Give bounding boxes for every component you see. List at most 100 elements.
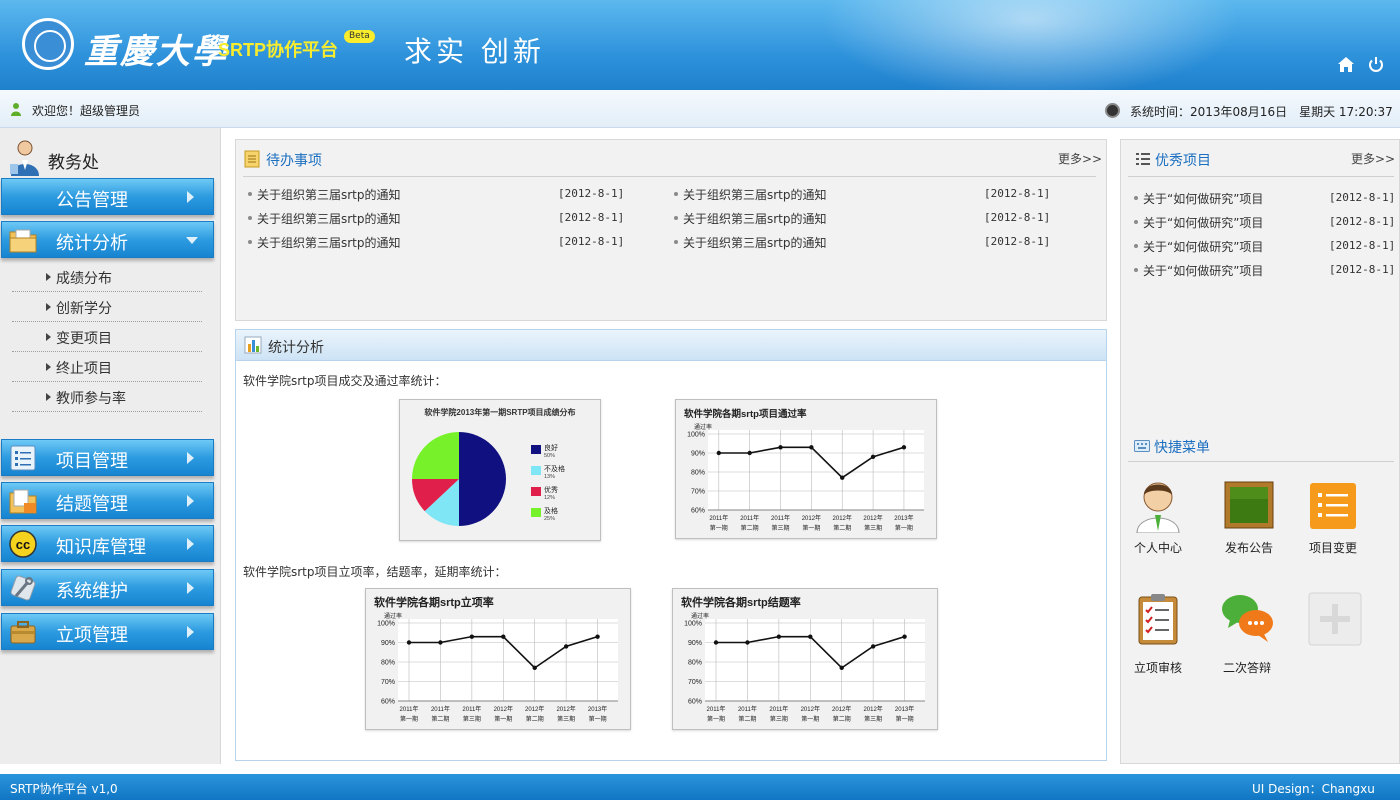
power-icon[interactable]	[1366, 56, 1386, 74]
x-tick-label: 第二期	[431, 715, 449, 723]
tick-label: 90%	[381, 640, 395, 647]
x-tick-label: 2011年	[707, 705, 726, 713]
footer-credit: UI Design：Changxu	[1252, 782, 1375, 796]
x-tick-label: 第一期	[494, 715, 512, 723]
todo-item-link[interactable]: 关于组织第三届srtp的通知	[683, 186, 827, 203]
app-root: 重慶大學 SRTP协作平台 Beta 求实 创新 欢迎您！超级管理员 系统时间：…	[0, 0, 1400, 800]
user-center-icon[interactable]	[1131, 479, 1185, 533]
todo-item-date: [2012-8-1]	[984, 211, 1051, 224]
plot-area	[398, 619, 618, 701]
bullet-icon	[674, 240, 678, 244]
submenu-teacher-participation[interactable]: 教师参与率	[12, 382, 202, 412]
list-change-icon[interactable]	[1306, 479, 1360, 533]
data-point	[870, 644, 876, 649]
chevron-right-icon	[187, 191, 194, 203]
menu-label: 项目管理	[56, 451, 128, 472]
legend-swatch	[531, 466, 541, 475]
header-shine	[820, 0, 1240, 90]
chart-title: 软件学院各期srtp结题率	[681, 595, 801, 609]
bullet-icon	[674, 192, 678, 196]
chevron-down-icon	[186, 237, 198, 244]
excellent-item-link[interactable]: 关于“如何做研究”项目	[1143, 214, 1263, 231]
submenu-change-project[interactable]: 变更项目	[12, 322, 202, 352]
excellent-item-link[interactable]: 关于“如何做研究”项目	[1143, 190, 1263, 207]
submenu-terminate-project[interactable]: 终止项目	[12, 352, 202, 382]
blackboard-icon[interactable]	[1222, 479, 1276, 533]
pie-slice	[459, 432, 506, 526]
menu-label: 系统维护	[56, 581, 128, 602]
user-icon	[11, 103, 21, 116]
add-icon[interactable]	[1308, 592, 1362, 646]
x-tick-label: 2012年	[525, 705, 544, 713]
excellent-item-date: [2012-8-1]	[1329, 239, 1396, 252]
todo-item-link[interactable]: 关于组织第三届srtp的通知	[257, 210, 401, 227]
todo-more-link[interactable]: 更多>>	[1058, 150, 1102, 167]
todo-item-link[interactable]: 关于组织第三届srtp的通知	[683, 210, 827, 227]
x-tick-label: 2011年	[771, 514, 790, 522]
plot-area	[708, 430, 924, 510]
bullet-icon	[1134, 268, 1138, 272]
quick-label: 项目变更	[1308, 541, 1357, 555]
legend-percent: 13%	[544, 474, 555, 480]
university-seal-icon	[22, 18, 74, 70]
menu-label: 公告管理	[56, 190, 128, 211]
folder-icon	[9, 229, 37, 253]
pie-slice	[412, 432, 459, 479]
todo-item-date: [2012-8-1]	[558, 211, 625, 224]
menu-closure-management[interactable]: 结题管理	[1, 482, 214, 519]
todo-item-date: [2012-8-1]	[558, 235, 625, 248]
x-tick-label: 第三期	[772, 524, 790, 532]
tick-label: 90%	[691, 451, 705, 458]
x-tick-label: 2012年	[832, 705, 851, 713]
excellent-item-link[interactable]: 关于“如何做研究”项目	[1143, 262, 1263, 279]
submenu-innovation-credit[interactable]: 创新学分	[12, 292, 202, 322]
stats-caption-2: 软件学院srtp项目立项率，结题率，延期率统计：	[243, 565, 507, 579]
x-tick-label: 第三期	[770, 715, 788, 723]
x-tick-label: 第一期	[801, 715, 819, 723]
keyboard-icon	[1134, 440, 1150, 452]
x-tick-label: 2011年	[738, 705, 757, 713]
excellent-title: 优秀项目	[1155, 153, 1211, 169]
data-point	[745, 640, 750, 645]
stats-title: 统计分析	[268, 340, 324, 356]
triangle-right-icon	[46, 273, 51, 281]
chart-title: 软件学院2013年第一期SRTP项目成绩分布	[424, 407, 575, 417]
todo-item-link[interactable]: 关于组织第三届srtp的通知	[257, 186, 401, 203]
university-name: 重慶大學	[84, 32, 228, 72]
chat-bubbles-icon[interactable]	[1220, 592, 1274, 646]
footer-version: SRTP协作平台 v1,0	[10, 782, 118, 796]
data-point	[532, 665, 537, 671]
data-point	[747, 450, 752, 456]
tick-label: 70%	[691, 489, 705, 496]
menu-project-approval[interactable]: 立项管理	[1, 613, 214, 650]
clipboard-icon[interactable]	[1131, 592, 1185, 646]
data-point	[778, 445, 783, 450]
x-tick-label: 2012年	[802, 514, 821, 522]
excellent-item-date: [2012-8-1]	[1329, 215, 1396, 228]
divider	[1128, 461, 1394, 462]
menu-project-management[interactable]: 项目管理	[1, 439, 214, 476]
submenu-label: 变更项目	[56, 331, 112, 347]
x-tick-label: 2011年	[431, 705, 450, 713]
menu-system-maintenance[interactable]: 系统维护	[1, 569, 214, 606]
tick-label: 60%	[691, 508, 705, 515]
todo-item-link[interactable]: 关于组织第三届srtp的通知	[257, 234, 401, 251]
legend-label: 及格	[544, 506, 558, 515]
x-tick-label: 2011年	[709, 514, 728, 522]
menu-knowledge-base[interactable]: cc 知识库管理	[1, 525, 214, 562]
line-chart-svg: 软件学院各期srtp项目通过率通过率100% 90% 80% 70% 60% 2011年第…	[684, 408, 924, 532]
home-icon[interactable]	[1336, 56, 1356, 74]
x-tick-label: 2013年	[895, 705, 914, 713]
x-tick-label: 2012年	[833, 514, 852, 522]
menu-statistics[interactable]: 统计分析	[1, 221, 214, 258]
briefcase-icon	[10, 621, 36, 644]
legend-swatch	[531, 487, 541, 496]
menu-announcement[interactable]: 公告管理	[1, 178, 214, 215]
data-point	[901, 445, 907, 450]
submenu-grade-distribution[interactable]: 成绩分布	[12, 262, 202, 292]
x-tick-label: 第一期	[802, 524, 820, 532]
excellent-item-link[interactable]: 关于“如何做研究”项目	[1143, 238, 1263, 255]
todo-item-link[interactable]: 关于组织第三届srtp的通知	[683, 234, 827, 251]
excellent-more-link[interactable]: 更多>>	[1351, 150, 1395, 167]
plot-area	[705, 619, 925, 701]
